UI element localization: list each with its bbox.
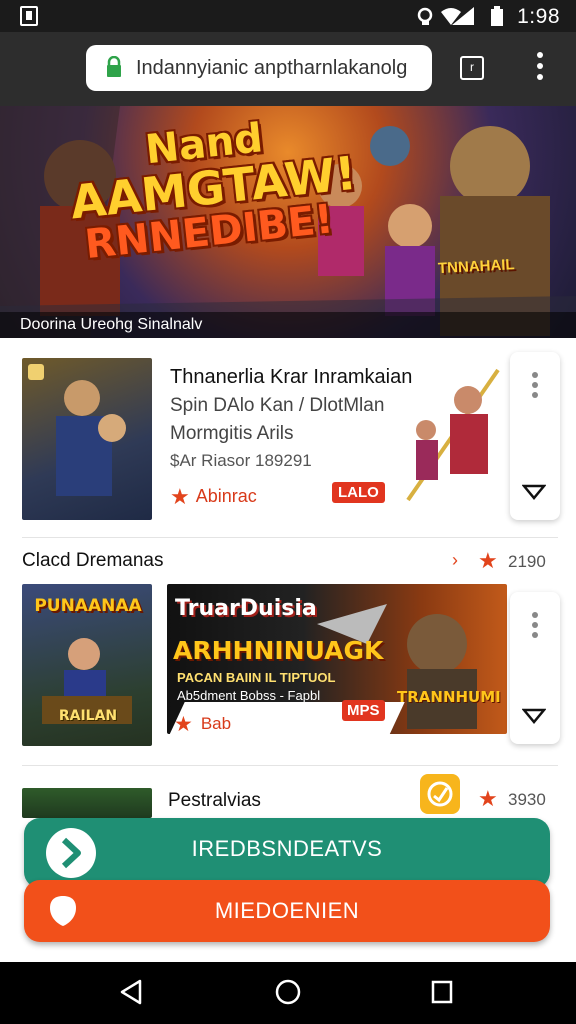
primary-action-button[interactable]: IREDBSNDEATVS [24, 818, 550, 888]
game-thumbnail [22, 788, 152, 818]
warrior-artwork [406, 368, 500, 502]
star-icon: ★ [478, 786, 498, 811]
notification-app-icon [20, 6, 38, 26]
game-card[interactable]: Thnanerlia Krar Inramkaian Spin DAlo Kan… [12, 350, 560, 530]
star-icon: ★ [170, 484, 190, 509]
rating: ★ Bab [174, 713, 232, 736]
game-card[interactable]: PUNAANAA RAILAN TruarDuisia ARHHNINUAGK … [12, 582, 560, 752]
data-saver-icon [417, 7, 433, 25]
thumbnail-subtitle: RAILAN [58, 708, 118, 724]
secondary-action-label: MIEDOENIEN [214, 898, 360, 923]
url-text: Indannyianic anptharnlakanolg [136, 57, 408, 79]
game-rating: 3930 [508, 790, 546, 809]
star-icon: ★ [174, 713, 193, 736]
star-icon: ★ [478, 548, 498, 573]
promo-title: TruarDuisia [175, 596, 317, 621]
action-sheet: IREDBSNDEATVS MIEDOENIEN [24, 818, 552, 946]
promo-badge: MPS [342, 700, 385, 721]
battery-icon [491, 6, 503, 26]
back-icon[interactable] [118, 978, 144, 1006]
game-thumbnail [22, 358, 152, 520]
status-bar: 1:98 [0, 0, 576, 32]
promo-headline: ARHHNINUAGK [173, 636, 384, 665]
home-icon[interactable] [274, 978, 302, 1006]
promo-badge: LALO [332, 482, 385, 503]
system-nav-bar [0, 962, 576, 1024]
tab-switcher-button[interactable]: r [460, 56, 484, 80]
card-actions [510, 592, 560, 744]
hero-title: Nand AAMGTAW! RNNEDIBE! [67, 115, 359, 268]
chevron-down-icon[interactable] [522, 708, 546, 724]
game-card[interactable]: Pestralvias ★ 3930 [12, 774, 560, 818]
recents-icon[interactable] [430, 978, 454, 1006]
app-badge-icon [420, 774, 460, 814]
rating: ★ Abinrac [170, 484, 257, 509]
hero-banner[interactable]: Nand AAMGTAW! RNNEDIBE! TNNAHAIL Doorina… [0, 106, 576, 338]
section-rating: 2190 [508, 552, 546, 571]
chevron-right-icon[interactable]: › [452, 550, 458, 571]
promo-line-2: Ab5dment Bobss - Fapbl [177, 688, 321, 703]
chevron-down-icon[interactable] [522, 484, 546, 500]
divider [22, 537, 558, 538]
hero-caption: Doorina Ureohg Sinalnalv [0, 312, 576, 338]
section-header: Clacd Dremanas › ★ 2190 [22, 548, 558, 576]
url-bar[interactable]: Indannyianic anptharnlakanolg [86, 45, 432, 91]
primary-action-label: IREDBSNDEATVS [191, 836, 383, 861]
lock-icon [107, 56, 121, 77]
signal-icon [452, 7, 474, 25]
clock: 1:98 [517, 5, 560, 28]
more-options-icon[interactable] [532, 372, 538, 402]
game-thumbnail: PUNAANAA RAILAN [22, 584, 152, 746]
promo-line-1: PACAN BAIIN IL TIPTUOL [177, 670, 336, 685]
more-options-icon[interactable] [532, 612, 538, 642]
browser-toolbar: Indannyianic anptharnlakanolg r [0, 32, 576, 106]
thumbnail-title: PUNAANAA [34, 596, 142, 616]
divider [22, 765, 558, 766]
promo-label: TRANNHUMI [397, 688, 501, 706]
section-title: Clacd Dremanas [22, 550, 164, 571]
game-title: Pestralvias [168, 790, 261, 811]
card-actions [510, 352, 560, 520]
secondary-action-button[interactable]: MIEDOENIEN [24, 880, 550, 942]
overflow-menu-icon[interactable] [532, 52, 548, 84]
